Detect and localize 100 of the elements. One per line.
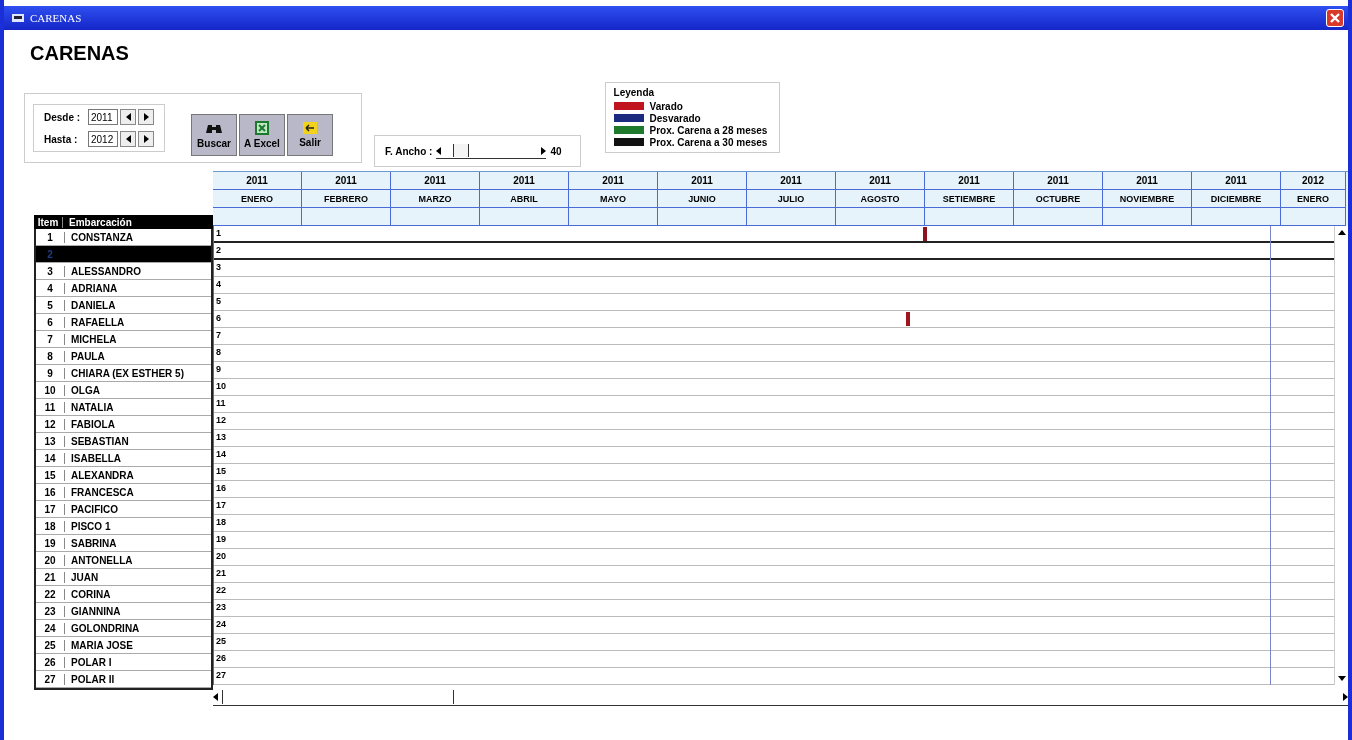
vessel-name: POLAR I (64, 656, 112, 668)
legend-label: Prox. Carena a 30 meses (649, 136, 768, 148)
close-icon (1328, 11, 1342, 25)
vessel-row[interactable]: 7 MICHELA (36, 331, 211, 348)
month-heading: DICIEMBRE (1192, 190, 1280, 208)
vessel-row[interactable]: 27 POLAR II (36, 671, 211, 688)
exit-icon (303, 122, 317, 134)
item-number: 6 (46, 316, 54, 328)
vessel-row[interactable]: 16 FRANCESCA (36, 484, 211, 501)
year-heading: 2011 (1014, 172, 1102, 190)
width-value: 40 (550, 145, 562, 157)
vessel-row[interactable]: 26 POLAR I (36, 654, 211, 671)
row-number: 22 (216, 585, 226, 596)
vessel-row[interactable]: 22 CORINA (36, 586, 211, 603)
month-heading: MAYO (569, 190, 657, 208)
right-arrow-icon (143, 135, 149, 143)
width-thumb[interactable] (452, 143, 469, 157)
vessel-row[interactable]: 25 MARIA JOSE (36, 637, 211, 654)
vessel-row[interactable]: 10 OLGA (36, 382, 211, 399)
month-heading: ABRIL (480, 190, 568, 208)
item-number: 12 (43, 418, 57, 430)
increase-button[interactable] (138, 109, 154, 125)
vessel-row[interactable]: 13 SEBASTIAN (36, 433, 211, 450)
vessel-name: PISCO 1 (64, 520, 111, 532)
vessel-name: SABRINA (64, 537, 117, 549)
vessel-name: CHIARA (EX ESTHER 5) (64, 367, 184, 379)
vessel-row[interactable]: 6 RAFAELLA (36, 314, 211, 331)
row-number: 23 (216, 602, 226, 613)
decrease-button[interactable] (120, 109, 136, 125)
row-number: 7 (216, 330, 221, 341)
year-field[interactable]: 2011 (88, 109, 118, 125)
export-button[interactable]: A Excel (239, 114, 285, 156)
vessel-row[interactable]: 12 FABIOLA (36, 416, 211, 433)
item-number: 5 (46, 299, 54, 311)
search-button[interactable]: Buscar (191, 114, 237, 156)
exit-button[interactable]: Salir (287, 114, 333, 156)
item-number: 23 (43, 605, 57, 617)
horizontal-scrollbar[interactable] (213, 689, 1348, 706)
month-heading: ENERO (1281, 190, 1345, 208)
vessel-row[interactable]: 11 NATALIA (36, 399, 211, 416)
left-arrow-icon[interactable] (213, 693, 218, 701)
item-number: 11 (43, 401, 57, 413)
item-number: 3 (46, 265, 54, 277)
vessel-row[interactable]: 3 ALESSANDRO (36, 263, 211, 280)
vessel-row[interactable]: 5 DANIELA (36, 297, 211, 314)
down-arrow-icon[interactable] (1337, 676, 1346, 681)
vessel-row[interactable]: 17 PACIFICO (36, 501, 211, 518)
vessel-row[interactable]: 14 ISABELLA (36, 450, 211, 467)
year-heading: 2011 (1103, 172, 1191, 190)
vessel-name: SEBASTIAN (64, 435, 129, 447)
left-arrow-icon[interactable] (436, 146, 442, 155)
column-header: Item (36, 216, 60, 228)
decrease-button[interactable] (120, 131, 136, 147)
item-number: 10 (43, 384, 57, 396)
row-number: 4 (216, 279, 221, 290)
vessel-row[interactable]: 9 CHIARA (EX ESTHER 5) (36, 365, 211, 382)
row-number: 20 (216, 551, 226, 562)
month-heading: SETIEMBRE (925, 190, 1013, 208)
item-number: 4 (46, 282, 54, 294)
year-heading: 2011 (391, 172, 479, 190)
vessel-row[interactable]: 8 PAULA (36, 348, 211, 365)
item-number: 2 (46, 248, 54, 260)
left-arrow-icon (125, 113, 131, 121)
width-label: F. Ancho : (385, 145, 433, 157)
item-number: 9 (46, 367, 54, 379)
legend-label: Desvarado (649, 112, 701, 124)
month-heading: NOVIEMBRE (1103, 190, 1191, 208)
vessel-row[interactable]: 15 ALEXANDRA (36, 467, 211, 484)
up-arrow-icon[interactable] (1337, 230, 1346, 235)
vessel-row[interactable]: 23 GIANNINA (36, 603, 211, 620)
vessel-name: JUAN (64, 571, 99, 583)
close-button[interactable] (1326, 9, 1344, 27)
month-heading: JULIO (747, 190, 835, 208)
width-scrollbar[interactable] (436, 143, 547, 159)
item-number: 13 (43, 435, 57, 447)
vessel-row[interactable]: 21 JUAN (36, 569, 211, 586)
year-field[interactable]: 2012 (88, 131, 118, 147)
vessel-row[interactable]: 24 GOLONDRINA (36, 620, 211, 637)
year-label: Desde : (44, 111, 82, 123)
vessel-name: MICHELA (64, 333, 117, 345)
item-number: 15 (43, 469, 57, 481)
year-heading: 2011 (836, 172, 924, 190)
vessel-row[interactable]: 20 ANTONELLA (36, 552, 211, 569)
vessel-name: FABIOLA (64, 418, 115, 430)
right-arrow-icon[interactable] (1343, 693, 1348, 701)
month-heading: JUNIO (658, 190, 746, 208)
vessel-name: ANTONELLA (64, 554, 133, 566)
legend-label: Prox. Carena a 28 meses (649, 124, 768, 136)
increase-button[interactable] (138, 131, 154, 147)
row-number: 26 (216, 653, 226, 664)
vessel-row[interactable]: 19 SABRINA (36, 535, 211, 552)
item-number: 25 (43, 639, 57, 651)
vessel-row[interactable]: 4 ADRIANA (36, 280, 211, 297)
right-arrow-icon[interactable] (541, 146, 547, 155)
year-heading: 2011 (213, 172, 301, 190)
vessel-name: CORINA (64, 588, 111, 600)
vessel-name: ALEXANDRA (64, 469, 134, 481)
page-heading: CARENAS (30, 42, 130, 65)
vertical-scrollbar[interactable] (1334, 226, 1348, 685)
vessel-row[interactable]: 18 PISCO 1 (36, 518, 211, 535)
